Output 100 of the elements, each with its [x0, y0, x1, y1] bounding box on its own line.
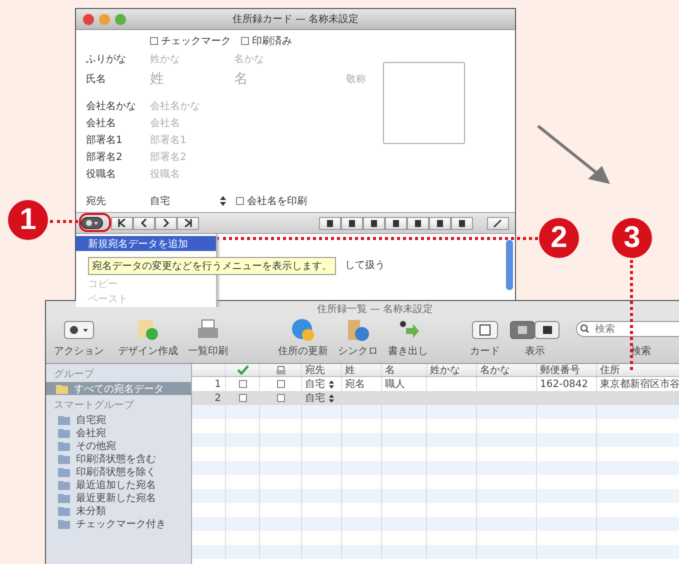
navigation-button[interactable]: [111, 216, 133, 230]
tool-icon: [369, 218, 379, 228]
section-heading: グループ: [53, 368, 96, 382]
sync-icon: [346, 318, 370, 342]
gear-icon: [85, 219, 99, 227]
checkmark-icon: [236, 365, 248, 375]
tool-button[interactable]: [319, 216, 341, 230]
column-header[interactable]: 宛先: [302, 364, 342, 376]
stepper-icon: [220, 196, 226, 206]
section-heading: スマートグループ: [53, 398, 136, 413]
table-cell-text: 自宅: [305, 378, 325, 391]
table-cell-text: 宛名: [345, 378, 365, 391]
column-header[interactable]: 郵便番号: [537, 364, 597, 376]
option-label: して扱う: [345, 259, 385, 272]
tooltip: 宛名データの変更などを行うメニューを表示します。: [88, 257, 336, 275]
search-field[interactable]: 検索: [576, 321, 679, 337]
callout-number: 1: [8, 200, 48, 240]
toolbar-label: 住所の更新: [278, 344, 328, 358]
folder-icon: [58, 440, 70, 450]
folder-icon: [58, 506, 70, 516]
arrow-icon: [536, 124, 612, 186]
checkbox[interactable]: [238, 394, 246, 402]
destination-popup[interactable]: 自宅: [150, 194, 220, 208]
tool-button[interactable]: [429, 216, 451, 230]
checkbox[interactable]: [276, 394, 284, 402]
tool-icon: [325, 218, 335, 228]
leader-line: [50, 220, 78, 223]
tool-icon: [457, 218, 467, 228]
checkbox[interactable]: チェックマーク: [150, 34, 231, 48]
field-label: 宛先: [86, 194, 107, 208]
field-label: 会社名かな: [86, 100, 137, 112]
folder-icon: [56, 384, 68, 394]
field-label: 部署名2: [86, 150, 124, 164]
tool-button[interactable]: [451, 216, 473, 230]
window-title: 住所録カード — 名称未設定: [231, 12, 360, 26]
edit-button[interactable]: [487, 216, 509, 230]
stepper-icon: [329, 380, 334, 388]
callout-number: 3: [612, 218, 652, 258]
folder-icon: [58, 492, 70, 502]
field-label: ふりがな: [86, 52, 127, 66]
printer-icon: [276, 366, 286, 374]
toolbar-label: 一覧印刷: [188, 344, 228, 358]
field-label: 会社名: [86, 116, 117, 130]
folder-icon: [58, 480, 70, 490]
checkbox[interactable]: [238, 380, 246, 388]
table-cell-text: 自宅: [305, 392, 325, 405]
column-header[interactable]: 姓: [342, 364, 382, 376]
scroll-bar[interactable]: [506, 240, 513, 290]
field-label: 部署名1: [86, 134, 124, 146]
design-icon: [136, 319, 160, 341]
folder-icon: [58, 414, 70, 424]
highlight-ring: [79, 213, 111, 232]
tool-button[interactable]: [363, 216, 385, 230]
sidebar-item[interactable]: その他宛: [46, 439, 191, 452]
navigation-button[interactable]: [133, 216, 155, 230]
sidebar-item[interactable]: 未分類: [46, 504, 191, 517]
card-icon: [472, 321, 498, 339]
navigation-button[interactable]: [177, 216, 199, 230]
table-cell-text: 職人: [385, 378, 405, 391]
toolbar-label: シンクロ: [338, 345, 378, 358]
column-header[interactable]: 住所: [597, 364, 679, 376]
tool-icon: [347, 218, 357, 228]
navigation-button[interactable]: [155, 216, 177, 230]
table-row[interactable]: 2 自宅: [192, 391, 679, 405]
window-title: 住所録一覧 — 名称未設定: [316, 302, 434, 316]
checkbox[interactable]: 会社名を印刷: [236, 194, 307, 208]
sidebar-item[interactable]: 最近更新した宛名: [46, 491, 191, 504]
sidebar-item[interactable]: チェックマーク付き: [46, 517, 191, 530]
tool-icon: [435, 218, 445, 228]
column-header[interactable]: 姓かな: [427, 364, 477, 376]
toolbar-label: 書き出し: [388, 344, 428, 358]
sidebar-item[interactable]: 印刷済状態を含む: [46, 452, 191, 465]
toolbar-label: カード: [470, 345, 500, 358]
folder-icon: [58, 518, 70, 528]
column-header[interactable]: 名かな: [477, 364, 537, 376]
sidebar-item[interactable]: 自宅宛: [46, 413, 191, 426]
tool-button[interactable]: [407, 216, 429, 230]
stepper-icon: [329, 394, 334, 402]
navigation-arrow-icon: [183, 219, 193, 227]
checkbox[interactable]: [276, 380, 284, 388]
table-cell: 162-0842: [540, 378, 588, 390]
tool-icon: [391, 218, 401, 228]
sidebar-item[interactable]: 会社宛: [46, 426, 191, 439]
column-header[interactable]: 名: [382, 364, 427, 376]
sidebar-item[interactable]: 印刷済状態を除く: [46, 465, 191, 478]
tool-button[interactable]: [341, 216, 363, 230]
folder-icon: [58, 466, 70, 476]
gear-icon: [64, 321, 94, 339]
folder-icon: [58, 428, 70, 438]
field-label: 役職名: [86, 168, 117, 180]
tool-button[interactable]: [385, 216, 407, 230]
action-button[interactable]: [81, 217, 103, 229]
folder-icon: [58, 454, 70, 464]
menu-item[interactable]: 新規宛名データを追加: [76, 236, 216, 251]
field-label: 氏名: [86, 72, 107, 86]
close-button[interactable]: [83, 14, 94, 24]
checkbox[interactable]: 印刷済み: [241, 34, 292, 48]
sidebar-item[interactable]: 最近追加した宛名: [46, 478, 191, 491]
callout-number: 2: [539, 218, 579, 258]
toolbar-label: アクション: [54, 345, 104, 358]
